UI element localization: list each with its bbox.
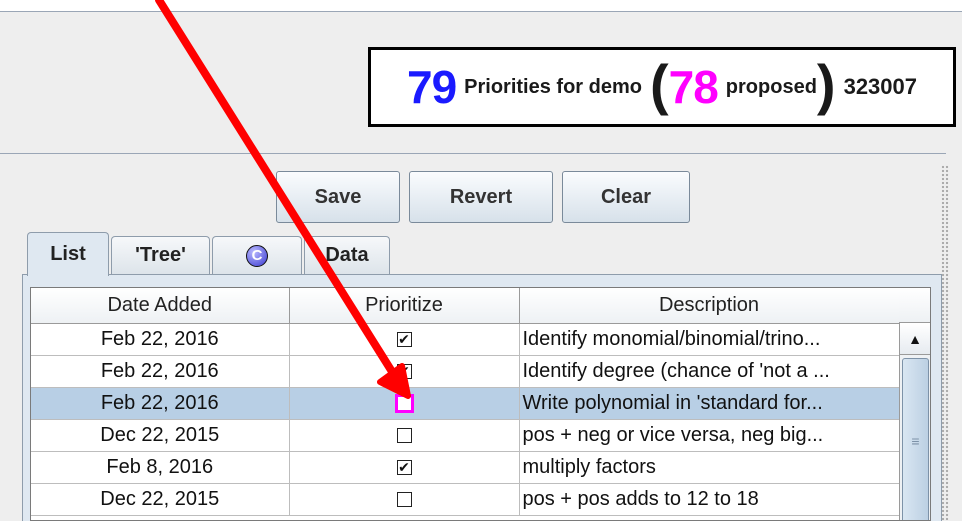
priority-summary-box: 79 Priorities for demo ( 78 proposed ) 3…: [368, 47, 956, 127]
scroll-grip-icon: ≡: [911, 433, 920, 449]
prioritize-checkbox[interactable]: [396, 492, 412, 508]
prioritize-checkbox[interactable]: ✔: [396, 364, 412, 380]
priorities-grid: Date Added Prioritize Description Feb 22…: [31, 288, 900, 516]
row-date: Feb 8, 2016: [31, 451, 290, 484]
prioritize-checkbox-focused[interactable]: [394, 394, 414, 414]
tab-data-label: Data: [325, 244, 369, 266]
proposed-count: 78: [668, 61, 719, 113]
table-row-selected[interactable]: Feb 22, 2016 Write polynomial in 'standa…: [31, 387, 900, 420]
row-description: multiply factors: [519, 451, 900, 484]
row-description: pos + pos adds to 12 to 18: [519, 483, 900, 516]
row-description: Identify degree (chance of 'not a ...: [519, 355, 900, 388]
table-row[interactable]: Feb 22, 2016 ✔ Identify degree (chance o…: [31, 355, 900, 388]
row-description: pos + neg or vice versa, neg big...: [519, 419, 900, 452]
table-corner-header: [899, 288, 930, 323]
table-row[interactable]: Feb 8, 2016 ✔ multiply factors: [31, 451, 900, 484]
clear-button[interactable]: Clear: [562, 171, 690, 223]
row-description: Write polynomial in 'standard for...: [519, 387, 900, 420]
row-date: Dec 22, 2015: [31, 419, 290, 452]
table-row[interactable]: Dec 22, 2015 pos + pos adds to 12 to 18: [31, 483, 900, 516]
prioritize-checkbox[interactable]: ✔: [396, 460, 412, 476]
scroll-thumb[interactable]: ≡: [902, 358, 929, 520]
tab-tree[interactable]: 'Tree': [111, 236, 210, 274]
tab-c[interactable]: C: [212, 236, 302, 274]
row-date: Dec 22, 2015: [31, 483, 290, 516]
table-row[interactable]: Feb 22, 2016 ✔ Identify monomial/binomia…: [31, 323, 900, 356]
tab-list-label: List: [50, 243, 86, 265]
tab-tree-label: 'Tree': [135, 244, 186, 266]
tab-list[interactable]: List: [27, 232, 109, 276]
header-description[interactable]: Description: [519, 288, 900, 324]
row-date: Feb 22, 2016: [31, 387, 290, 420]
row-prioritize-cell: ✔: [289, 355, 520, 388]
save-button[interactable]: Save: [276, 171, 400, 223]
prioritize-checkbox[interactable]: [396, 428, 412, 444]
row-description: Identify monomial/binomial/trino...: [519, 323, 900, 356]
table-header-row: Date Added Prioritize Description: [31, 288, 900, 324]
header-date-added[interactable]: Date Added: [31, 288, 290, 324]
open-paren: (: [649, 52, 669, 116]
split-pane-grip[interactable]: [941, 165, 949, 521]
c-badge-icon: C: [246, 244, 268, 267]
vertical-scrollbar[interactable]: ▲ ≡: [899, 324, 930, 520]
row-prioritize-cell: [289, 483, 520, 516]
tab-data[interactable]: Data: [304, 236, 390, 274]
table-row[interactable]: Dec 22, 2015 pos + neg or vice versa, ne…: [31, 419, 900, 452]
id-number: 323007: [843, 74, 917, 99]
total-count: 79: [406, 61, 457, 113]
scroll-up-arrow-icon[interactable]: ▲: [900, 324, 930, 355]
row-prioritize-cell: [289, 387, 520, 420]
revert-button[interactable]: Revert: [409, 171, 553, 223]
close-paren: ): [816, 52, 836, 116]
priorities-table: Date Added Prioritize Description Feb 22…: [30, 287, 931, 521]
total-label: Priorities for demo: [464, 75, 642, 98]
row-prioritize-cell: ✔: [289, 451, 520, 484]
row-prioritize-cell: [289, 419, 520, 452]
row-prioritize-cell: ✔: [289, 323, 520, 356]
proposed-label: proposed: [725, 75, 817, 98]
row-date: Feb 22, 2016: [31, 355, 290, 388]
row-date: Feb 22, 2016: [31, 323, 290, 356]
prioritize-checkbox[interactable]: ✔: [396, 332, 412, 348]
header-prioritize[interactable]: Prioritize: [289, 288, 520, 324]
